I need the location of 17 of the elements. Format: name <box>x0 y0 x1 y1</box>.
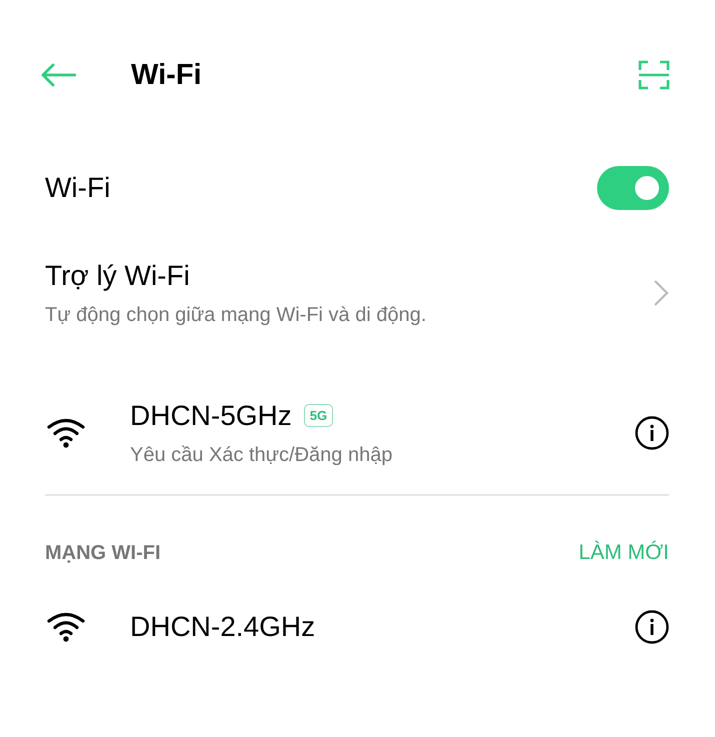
info-icon[interactable] <box>635 416 669 450</box>
scan-icon[interactable] <box>638 59 670 91</box>
network-name[interactable]: DHCN-5GHz <box>130 400 292 432</box>
back-arrow-icon[interactable] <box>40 63 76 87</box>
band-badge: 5G <box>304 404 334 427</box>
section-title: MẠNG WI-FI <box>45 542 162 564</box>
chevron-right-icon[interactable] <box>653 279 669 307</box>
wifi-label: Wi-Fi <box>45 172 112 204</box>
wifi-switch[interactable] <box>597 166 669 210</box>
wifi-signal-icon <box>47 612 85 642</box>
network-status: Yêu cầu Xác thực/Đăng nhập <box>130 444 394 466</box>
network-name[interactable]: DHCN-2.4GHz <box>130 611 635 643</box>
assistant-title[interactable]: Trợ lý Wi-Fi <box>45 260 653 292</box>
info-icon[interactable] <box>635 610 669 644</box>
wifi-signal-icon <box>47 418 85 448</box>
page-title: Wi-Fi <box>131 58 203 92</box>
assistant-description: Tự động chọn giữa mạng Wi-Fi và di động. <box>45 304 428 326</box>
